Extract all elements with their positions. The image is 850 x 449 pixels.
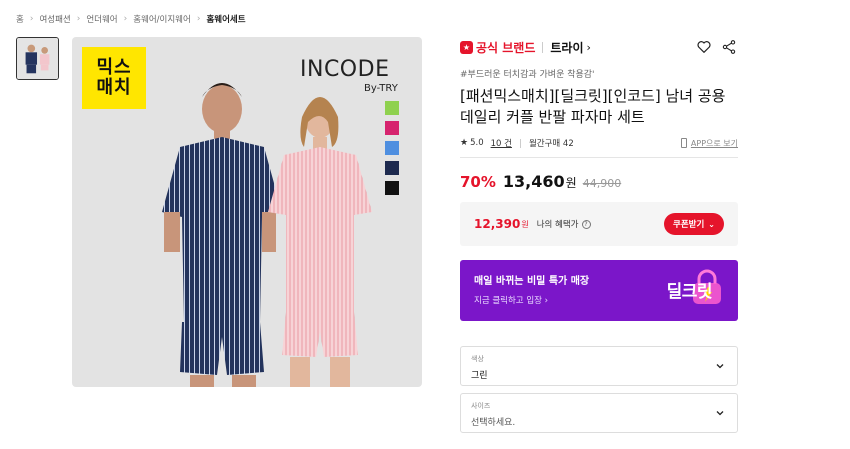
breadcrumb-home[interactable]: 홈 (16, 13, 24, 25)
product-thumbnail[interactable] (16, 37, 59, 80)
mix-match-badge: 믹스 매치 (82, 47, 146, 109)
color-swatch-1 (385, 121, 399, 135)
chevron-right-icon: › (123, 14, 128, 24)
deal-logo-text: 딜크릿 (666, 282, 713, 302)
official-star-icon: ★ (460, 40, 473, 54)
chevron-down-icon (716, 411, 724, 416)
chevron-down-icon (716, 364, 724, 369)
price-unit: 원 (565, 176, 577, 190)
discount-rate: 70% (460, 173, 496, 191)
coupon-button-label: 쿠폰받기 (673, 220, 705, 230)
size-select[interactable]: 사이즈 선택하세요. (460, 393, 738, 433)
price-row: 70% 13,460 원 44,900 (460, 172, 738, 191)
help-icon[interactable]: ? (581, 219, 591, 229)
chevron-right-icon: › (76, 14, 81, 24)
color-swatch-4 (385, 181, 399, 195)
rating-row: ★ 5.0 10 건 월간구매 42 APP으로 보기 (460, 136, 738, 150)
color-swatch-2 (385, 141, 399, 155)
badge-line-1: 믹스 (96, 57, 132, 78)
star-icon: ★ (460, 138, 469, 148)
phone-icon (680, 138, 687, 148)
color-swatches (385, 101, 399, 195)
breadcrumb-underwear[interactable]: 언더웨어 (86, 13, 117, 25)
chevron-right-icon: › (29, 14, 34, 24)
breadcrumb-homewear[interactable]: 홈웨어/이지웨어 (133, 13, 191, 25)
app-view-label: APP으로 보기 (690, 138, 738, 148)
breadcrumb: 홈 › 여성패션 › 언더웨어 › 홈웨어/이지웨어 › 홈웨어세트 (16, 13, 246, 25)
color-swatch-3 (385, 161, 399, 175)
incode-logo: INCODE (300, 57, 390, 82)
heart-icon[interactable] (696, 39, 712, 55)
share-icon[interactable] (721, 39, 737, 55)
benefit-price-box: 12,390 원 나의 혜택가 ? 쿠폰받기 ⌄ (460, 202, 738, 246)
monthly-purchase: 월간구매 42 (528, 139, 574, 149)
breadcrumb-homewear-set[interactable]: 홈웨어세트 (206, 13, 245, 25)
review-count-link[interactable]: 10 건 (491, 137, 512, 149)
chevron-right-icon: › (196, 14, 201, 24)
color-select-label: 색상 (471, 355, 484, 363)
product-title: [패션믹스매치][딜크릿][인코드] 남녀 공용 데일리 커플 반팔 파자마 세… (460, 87, 726, 126)
rating-value: 5.0 (470, 138, 484, 148)
badge-line-2: 매치 (96, 77, 132, 98)
incode-logo-sub: By-TRY (364, 83, 398, 94)
breadcrumb-women-fashion[interactable]: 여성패션 (39, 13, 70, 25)
divider (519, 138, 521, 148)
benefit-price-unit: 원 (521, 219, 529, 229)
chevron-down-icon: ⌄ (708, 219, 715, 229)
official-brand-label: 공식 브랜드 (476, 40, 536, 55)
product-tagline: #부드러운 터치감과 가벼운 착용감' (460, 70, 595, 80)
color-select-value: 그린 (471, 371, 488, 381)
deal-banner[interactable]: 매일 바뀌는 비밀 특가 매장 지금 클릭하고 입장 › 딜크릿 (460, 260, 738, 321)
sale-price: 13,460 (502, 172, 565, 191)
color-select[interactable]: 색상 그린 (460, 346, 738, 386)
benefit-price: 12,390 (474, 217, 521, 231)
size-select-label: 사이즈 (471, 402, 491, 410)
size-select-placeholder: 선택하세요. (471, 418, 516, 428)
product-info: ★ 공식 브랜드 트라이 › #부드러운 터치감과 가벼운 착용감' [패션믹스… (460, 37, 738, 433)
original-price: 44,900 (582, 177, 622, 190)
color-swatch-0 (385, 101, 399, 115)
get-coupon-button[interactable]: 쿠폰받기 ⌄ (664, 213, 724, 235)
divider (460, 157, 738, 158)
main-product-image[interactable]: 믹스 매치 INCODE By-TRY (72, 37, 422, 387)
brand-name-link[interactable]: 트라이 (550, 39, 583, 56)
thumbnail-image (17, 38, 58, 79)
chevron-right-icon: › (586, 40, 591, 54)
app-view-link[interactable]: APP으로 보기 (680, 138, 738, 149)
benefit-label: 나의 혜택가 (536, 220, 579, 230)
divider (542, 41, 544, 53)
